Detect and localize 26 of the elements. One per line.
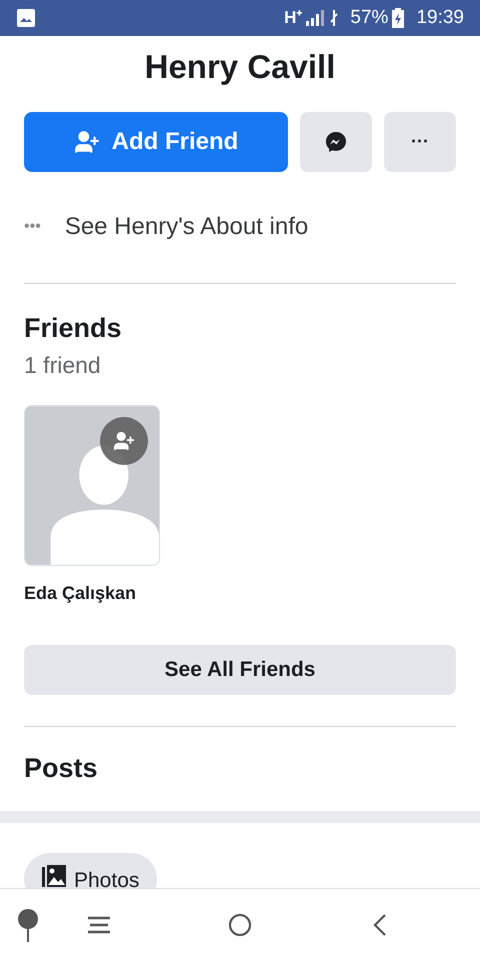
add-friend-icon — [74, 128, 100, 154]
more-button[interactable]: ··· — [384, 112, 456, 172]
signal-icon — [306, 10, 326, 26]
friend-name[interactable]: Eda Çalışkan — [24, 580, 160, 606]
messenger-icon — [324, 130, 348, 154]
add-friend-icon — [113, 430, 135, 452]
clock: 19:39 — [416, 6, 464, 30]
friends-heading: Friends — [24, 312, 122, 342]
add-friend-button[interactable]: Add Friend — [24, 112, 288, 172]
see-all-friends-button[interactable]: See All Friends — [24, 644, 456, 694]
home-icon[interactable] — [228, 912, 252, 936]
menu-icon[interactable] — [87, 914, 111, 934]
posts-heading: Posts — [24, 752, 98, 786]
photos-chip[interactable]: Photos — [24, 852, 158, 888]
network-type: H⁺ — [284, 7, 302, 30]
back-icon[interactable] — [373, 912, 387, 936]
friend-count: 1 friend — [24, 352, 101, 378]
battery-charging-icon — [392, 8, 404, 28]
image-icon — [16, 8, 36, 28]
messenger-button[interactable] — [300, 112, 372, 172]
profile-name: Henry Cavill — [144, 48, 336, 85]
about-info-link[interactable]: See Henry's About info — [64, 209, 308, 245]
profile-placeholder-drawing[interactable] — [24, 404, 160, 566]
more-dots: ••• — [24, 217, 41, 237]
battery-percent: 57% — [350, 6, 388, 30]
pin-icon[interactable] — [17, 908, 39, 942]
